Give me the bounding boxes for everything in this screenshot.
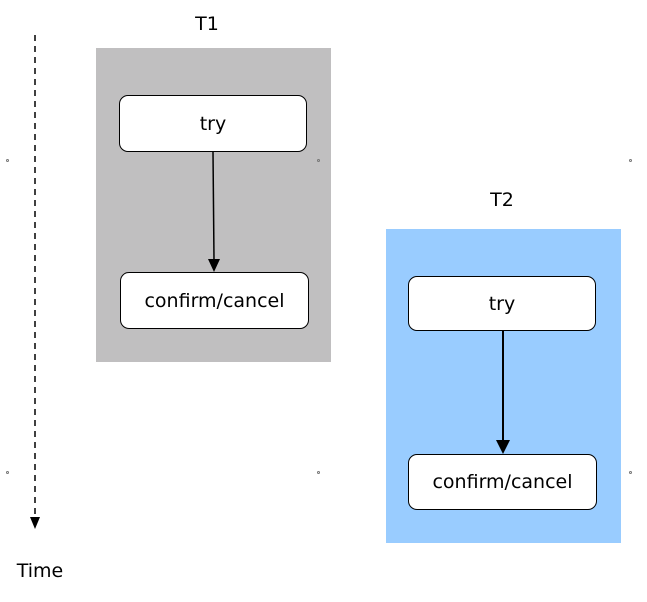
- step-t2-try: try: [408, 276, 596, 331]
- lane-title-t2: T2: [490, 189, 514, 211]
- handle-dot: [629, 471, 632, 474]
- handle-dot: [629, 159, 632, 162]
- lane-t1: try confirm/cancel: [96, 48, 331, 362]
- step-t1-try: try: [119, 95, 307, 152]
- step-t1-confirm-cancel: confirm/cancel: [120, 272, 309, 329]
- handle-dot: [317, 159, 320, 162]
- time-axis-label: Time: [16, 560, 64, 582]
- tcc-timeline-diagram: Time T1 try confirm/cancel T2 try confir…: [0, 0, 647, 602]
- lane-title-t1: T1: [195, 13, 219, 35]
- time-axis-arrowhead-icon: [30, 517, 40, 529]
- step-t2-confirm-cancel: confirm/cancel: [408, 454, 597, 510]
- handle-dot: [6, 159, 9, 162]
- handle-dot: [6, 471, 9, 474]
- lane-t2: try confirm/cancel: [386, 229, 621, 543]
- handle-dot: [317, 471, 320, 474]
